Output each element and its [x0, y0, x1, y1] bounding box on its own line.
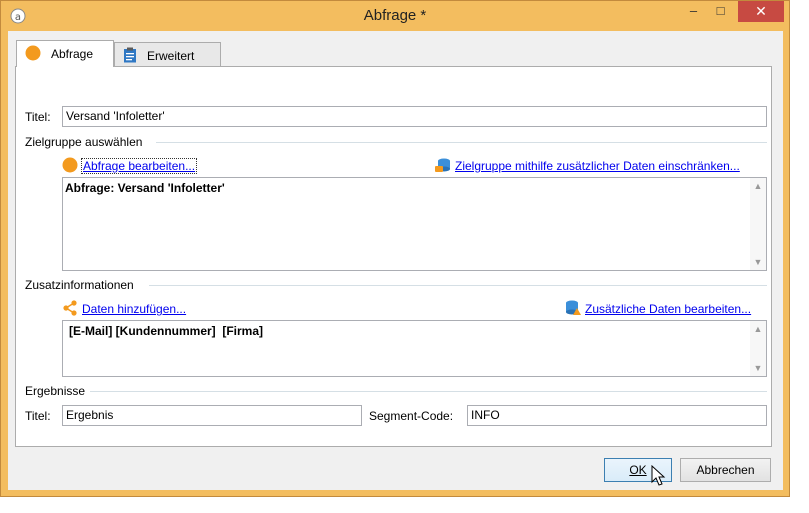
restrict-target-link[interactable]: Zielgruppe mithilfe zusätzlicher Daten e… — [435, 157, 740, 173]
extra-section-divider — [149, 285, 767, 286]
dialog-client: Abfrage Erweitert Titel: Versand 'Infole… — [8, 31, 783, 490]
tab-panel-abfrage: Titel: Versand 'Infoletter' Zielgruppe a… — [15, 66, 772, 447]
tab-erweitert-label: Erweitert — [147, 49, 195, 63]
query-text: Abfrage: Versand 'Infoletter' — [65, 181, 225, 195]
result-title-field[interactable]: Ergebnis — [62, 405, 362, 426]
query-scrollbar[interactable]: ▲ ▼ — [750, 178, 766, 270]
scroll-down-icon[interactable]: ▼ — [750, 363, 766, 373]
title-label: Titel: — [25, 110, 51, 124]
edit-query-link-label: Abfrage bearbeiten... — [80, 158, 198, 174]
edit-query-link[interactable]: Abfrage bearbeiten... — [62, 157, 198, 174]
extra-data-textarea[interactable]: [E-Mail] [Kundennummer] [Firma] ▲ ▼ — [62, 320, 767, 377]
cancel-button-label: Abbrechen — [696, 463, 755, 477]
tab-abfrage[interactable]: Abfrage — [16, 40, 114, 67]
edit-extra-data-link-label: Zusätzliche Daten bearbeiten... — [585, 302, 752, 316]
segment-code-label: Segment-Code: — [369, 409, 454, 423]
add-data-link[interactable]: Daten hinzufügen... — [62, 300, 186, 316]
edit-extra-data-link[interactable]: Zusätzliche Daten bearbeiten... — [565, 300, 751, 316]
scroll-up-icon[interactable]: ▲ — [750, 324, 766, 334]
result-title-label: Titel: — [25, 409, 51, 423]
minimize-button[interactable]: – — [680, 1, 707, 22]
target-section-label: Zielgruppe auswählen — [25, 135, 143, 149]
database-warning-icon — [566, 300, 581, 315]
extra-data-scrollbar[interactable]: ▲ ▼ — [750, 321, 766, 376]
mouse-cursor-icon — [651, 465, 666, 486]
extra-section-label: Zusatzinformationen — [25, 278, 134, 292]
title-field[interactable]: Versand 'Infoletter' — [62, 106, 767, 127]
maximize-button[interactable]: □ — [707, 1, 734, 22]
tab-erweitert[interactable]: Erweitert — [114, 42, 221, 66]
share-nodes-icon — [63, 300, 77, 316]
clipboard-icon — [124, 47, 136, 63]
query-textarea[interactable]: Abfrage: Versand 'Infoletter' ▲ ▼ — [62, 177, 767, 271]
close-button[interactable]: ✕ — [738, 1, 784, 22]
results-section-label: Ergebnisse — [25, 384, 86, 398]
segment-code-field[interactable]: INFO — [467, 405, 767, 426]
tab-abfrage-label: Abfrage — [51, 47, 94, 61]
cancel-button[interactable]: Abbrechen — [680, 458, 771, 482]
orange-circle-icon — [25, 45, 41, 61]
dialog-window: a Abfrage * – □ ✕ Abfrage Erweitert Tite… — [0, 0, 790, 497]
extra-data-text: [E-Mail] [Kundennummer] [Firma] — [69, 324, 263, 338]
orange-circle-icon — [62, 157, 78, 173]
add-data-link-label: Daten hinzufügen... — [82, 302, 187, 316]
window-title: Abfrage * — [363, 7, 427, 24]
restrict-target-link-label: Zielgruppe mithilfe zusätzlicher Daten e… — [455, 159, 740, 173]
title-bar[interactable]: a Abfrage * – □ ✕ — [1, 1, 789, 31]
scroll-up-icon[interactable]: ▲ — [750, 181, 766, 191]
database-filter-icon — [435, 158, 450, 172]
ok-button-label: OK — [629, 463, 647, 477]
results-section-divider — [90, 391, 767, 392]
scroll-down-icon[interactable]: ▼ — [750, 257, 766, 267]
target-section-divider — [156, 142, 767, 143]
